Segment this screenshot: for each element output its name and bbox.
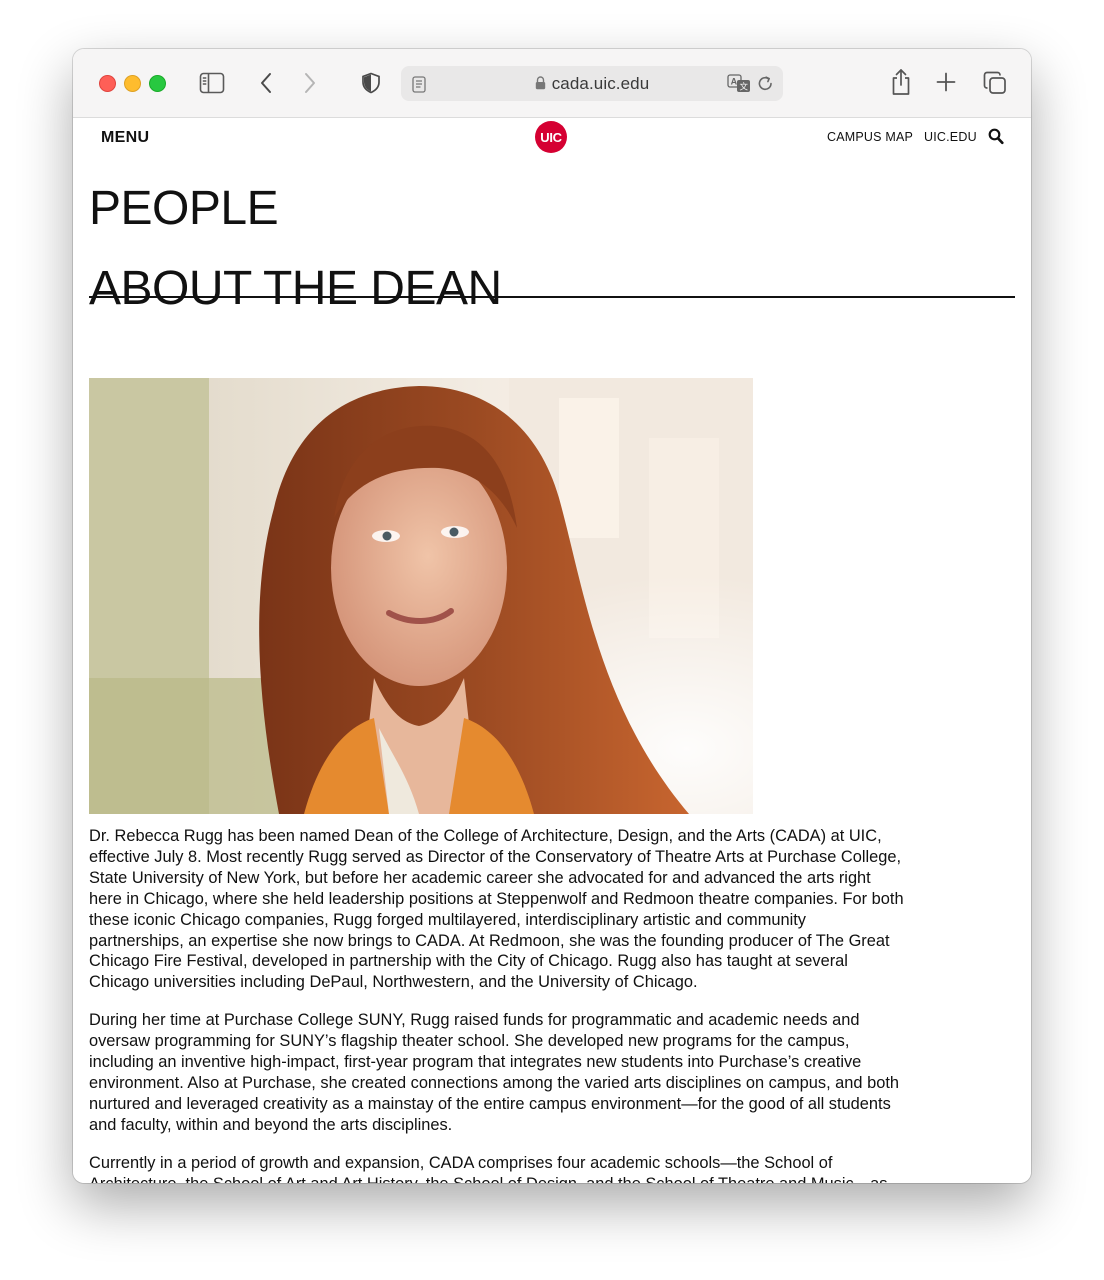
forward-icon[interactable] — [299, 70, 321, 96]
logo-text: UIC — [540, 129, 562, 145]
dean-portrait-photo — [89, 378, 753, 814]
zoom-window-button[interactable] — [149, 75, 166, 92]
share-icon[interactable] — [889, 67, 913, 97]
svg-text:A: A — [730, 77, 737, 87]
tabs-overview-icon[interactable] — [982, 70, 1008, 96]
sidebar-icon[interactable] — [199, 70, 225, 96]
bio-paragraph: Dr. Rebecca Rugg has been named Dean of … — [89, 827, 904, 992]
uic-edu-link[interactable]: UIC.EDU — [924, 130, 977, 144]
new-tab-icon[interactable] — [935, 71, 957, 93]
section-title: PEOPLE — [89, 182, 279, 235]
dean-bio: Dr. Rebecca Rugg has been named Dean of … — [89, 826, 904, 1183]
svg-text:文: 文 — [739, 82, 748, 93]
lock-icon — [535, 75, 546, 95]
site-header: MENU UIC CAMPUS MAP UIC.EDU — [73, 118, 1031, 158]
minimize-window-button[interactable] — [124, 75, 141, 92]
privacy-shield-icon[interactable] — [360, 70, 382, 96]
browser-toolbar: cada.uic.edu A文 — [73, 49, 1031, 118]
web-page: MENU UIC CAMPUS MAP UIC.EDU PEOPLE ABOUT… — [73, 118, 1031, 1183]
translate-icon[interactable]: A文 — [726, 73, 752, 94]
reload-icon[interactable] — [756, 74, 775, 93]
bio-paragraph: Currently in a period of growth and expa… — [89, 1153, 887, 1183]
url-text: cada.uic.edu — [551, 74, 650, 93]
address-bar[interactable]: cada.uic.edu A文 — [401, 66, 783, 101]
page-heading: ABOUT THE DEAN — [89, 262, 502, 315]
campus-map-link[interactable]: CAMPUS MAP — [827, 130, 913, 144]
back-icon[interactable] — [255, 70, 277, 96]
uic-logo[interactable]: UIC — [535, 121, 567, 153]
search-icon[interactable] — [988, 128, 1004, 150]
bio-paragraph: During her time at Purchase College SUNY… — [89, 1011, 899, 1134]
close-window-button[interactable] — [99, 75, 116, 92]
browser-window: cada.uic.edu A文 MENU UIC CAMPUS MAP UIC.… — [73, 49, 1031, 1183]
menu-button[interactable]: MENU — [101, 129, 149, 147]
